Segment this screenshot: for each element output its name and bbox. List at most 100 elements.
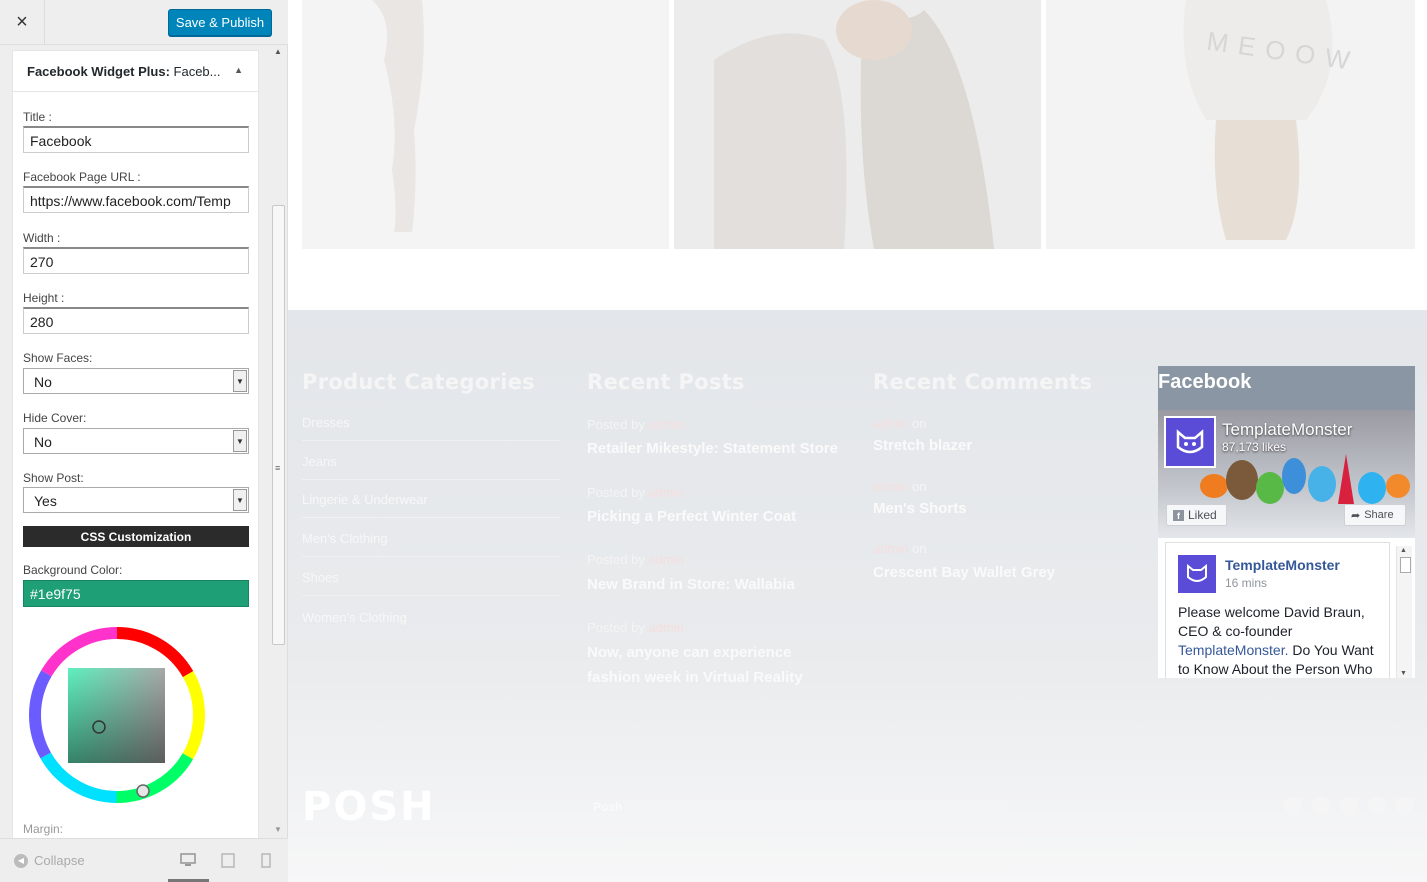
recent-posts-title: Recent Posts [587, 370, 745, 394]
post-meta-label: Posted by [587, 552, 645, 567]
google-plus-icon[interactable] [1340, 797, 1358, 815]
post-author-name[interactable]: TemplateMonster [1225, 557, 1340, 573]
comment-author-link[interactable]: admin [873, 479, 908, 494]
collapse-arrow-icon[interactable]: ▲ [234, 65, 243, 75]
scroll-up-icon[interactable]: ▲ [1400, 547, 1407, 554]
mobile-icon[interactable] [261, 853, 271, 868]
comment-on-label: on [912, 479, 927, 494]
save-publish-button[interactable]: Save & Publish [168, 9, 272, 36]
facebook-feed-scrollbar[interactable]: ▲ ▼ [1396, 546, 1412, 678]
widget-header[interactable]: Facebook Widget Plus: Faceb... ▲ [13, 51, 258, 92]
post-author-link[interactable]: admin [648, 620, 683, 635]
post-author-link[interactable]: admin [648, 552, 683, 567]
product-image[interactable]: MEOOW [1046, 0, 1415, 249]
page-avatar[interactable] [1164, 416, 1216, 468]
width-input[interactable]: 270 [23, 247, 249, 274]
width-label: Width : [23, 231, 61, 245]
post-text: Please welcome David Braun, CEO & co-fou… [1178, 603, 1383, 678]
liked-button[interactable]: f Liked [1166, 504, 1227, 526]
copyright-body: is proudly powered by WordPress Entries … [625, 800, 1006, 814]
resize-grip-icon[interactable]: ≡ [275, 463, 280, 473]
post-author-link[interactable]: admin [648, 417, 683, 432]
dropdown-arrow-icon[interactable]: ▼ [233, 430, 247, 452]
sidebar-scrollbar[interactable]: ▲ ▼ [270, 45, 287, 838]
title-input[interactable]: Facebook [23, 126, 249, 153]
category-link[interactable]: Dresses [302, 415, 560, 441]
category-link[interactable]: Jeans [302, 454, 560, 480]
collapse-button[interactable]: ◀ Collapse [14, 853, 85, 868]
post-author-link[interactable]: admin [648, 485, 683, 500]
facebook-cover[interactable]: TemplateMonster 87,173 likes f Liked ➦ S… [1158, 410, 1415, 538]
copyright-brand[interactable]: Posh [593, 800, 622, 814]
facebook-likes-count: 87,173 likes [1222, 440, 1287, 454]
copyright-text: Posh is proudly powered by WordPress Ent… [593, 800, 1006, 814]
show-post-select[interactable]: Yes ▼ [23, 487, 249, 513]
product-image[interactable] [302, 0, 669, 249]
scroll-down-icon[interactable]: ▼ [1400, 670, 1407, 677]
show-post-label: Show Post: [23, 471, 84, 485]
title-label: Title : [23, 110, 52, 124]
post-meta-label: Posted by [587, 485, 645, 500]
scrollbar-thumb[interactable] [272, 205, 285, 645]
share-icon: ➦ [1351, 509, 1361, 522]
categories-title: Product Categories [302, 370, 535, 394]
comment-on-label: on [912, 541, 927, 556]
hue-handle [136, 784, 150, 798]
scroll-down-icon[interactable]: ▼ [274, 825, 282, 834]
facebook-widget-title: Facebook [1158, 366, 1415, 410]
css-customization-header: CSS Customization [23, 526, 249, 547]
post-text-part: Please welcome David Braun, CEO & co-fou… [1178, 604, 1365, 639]
post-link[interactable]: TemplateMonster. [1178, 642, 1289, 658]
widget-subtitle: Faceb... [173, 64, 221, 79]
comment-post-link[interactable]: Stretch blazer [873, 433, 1133, 458]
dropdown-arrow-icon[interactable]: ▼ [233, 370, 247, 392]
liked-label: Liked [1188, 508, 1217, 522]
category-link[interactable]: Lingerie & Underwear [302, 492, 560, 518]
site-preview: MEOOW Product Categories Dresses Jeans L… [288, 0, 1427, 882]
customizer-screen: × Save & Publish Facebook Widget Plus: F… [0, 0, 1427, 882]
facebook-icon: f [1173, 509, 1184, 521]
post-avatar-icon[interactable] [1178, 555, 1216, 593]
post-title-link[interactable]: Now, anyone can experience fashion week … [587, 640, 847, 690]
category-link[interactable]: Women's Clothing [302, 610, 560, 635]
twitter-icon[interactable] [1312, 797, 1330, 815]
scroll-up-icon[interactable]: ▲ [274, 47, 282, 56]
post-time[interactable]: 16 mins [1225, 576, 1267, 590]
category-link[interactable]: Men's Clothing [302, 531, 560, 557]
product-image[interactable] [674, 0, 1041, 249]
facebook-icon[interactable] [1284, 797, 1302, 815]
post-title-link[interactable]: New Brand in Store: Wallabia [587, 572, 847, 597]
desktop-icon[interactable] [180, 853, 196, 867]
show-faces-select[interactable]: No ▼ [23, 368, 249, 394]
facebook-post: TemplateMonster 16 mins Please welcome D… [1165, 542, 1390, 678]
collapse-icon: ◀ [14, 853, 28, 868]
facebook-page-name[interactable]: TemplateMonster [1222, 420, 1352, 440]
background-color-input[interactable]: #1e9f75 [23, 580, 249, 607]
page-url-label: Facebook Page URL : [23, 170, 141, 184]
hide-cover-label: Hide Cover: [23, 411, 87, 425]
instagram-icon[interactable] [1368, 797, 1386, 815]
share-label: Share [1364, 509, 1394, 521]
comment-author-link[interactable]: admin [873, 416, 908, 431]
post-meta: Posted by admin [587, 417, 684, 432]
hide-cover-select[interactable]: No ▼ [23, 428, 249, 454]
comment-post-link[interactable]: Crescent Bay Wallet Grey [873, 560, 1133, 585]
post-meta: Posted by admin [587, 485, 684, 500]
comment-meta: admin on [873, 479, 927, 494]
post-title-link[interactable]: Picking a Perfect Winter Coat [587, 504, 847, 529]
youtube-icon[interactable] [1396, 797, 1414, 815]
page-url-input[interactable]: https://www.facebook.com/Temp [23, 186, 249, 213]
facebook-widget: Facebook TemplateMonster 87,173 likes f … [1158, 366, 1415, 678]
color-picker-wheel[interactable] [25, 623, 209, 807]
dropdown-arrow-icon[interactable]: ▼ [233, 489, 247, 511]
close-icon[interactable]: × [0, 0, 45, 45]
share-button[interactable]: ➦ Share [1344, 504, 1406, 526]
tablet-icon[interactable] [221, 853, 235, 868]
comment-author-link[interactable]: admin [873, 541, 908, 556]
category-link[interactable]: Shoes [302, 570, 560, 596]
post-title-link[interactable]: Retailer Mikestyle: Statement Store [587, 436, 847, 461]
height-input[interactable]: 280 [23, 307, 249, 334]
site-logo[interactable]: POSH [302, 784, 436, 830]
comment-post-link[interactable]: Men's Shorts [873, 496, 1133, 521]
scrollbar-thumb[interactable] [1400, 557, 1411, 573]
